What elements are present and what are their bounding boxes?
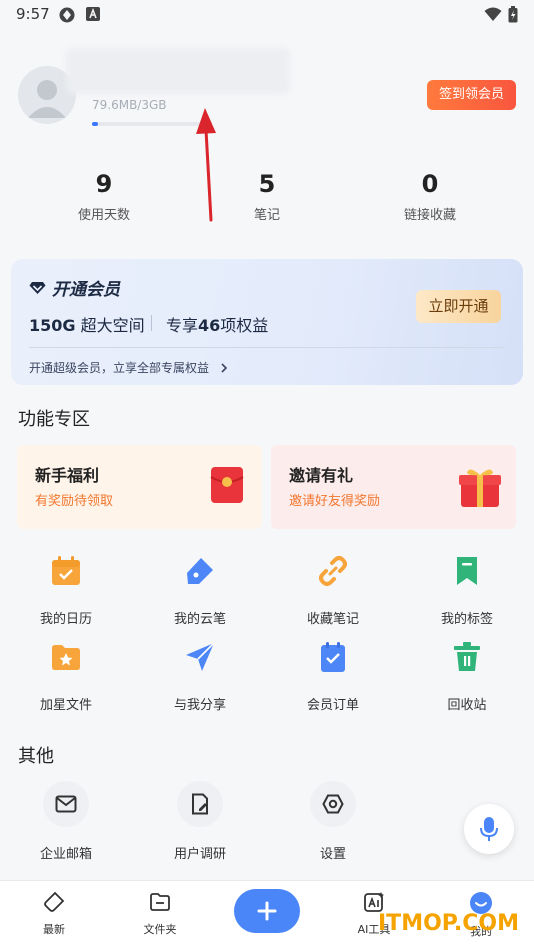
my-cloud-pen-item[interactable]: 我的云笔 <box>145 554 255 627</box>
grid-label: 与我分享 <box>173 698 226 713</box>
grid-label: 会员订单 <box>306 698 359 713</box>
vip-rights-suffix: 项权益 <box>220 316 269 335</box>
vip-card[interactable]: 开通会员 150G 超大空间 专享46项权益 立即开通 开通超级会员，立享全部专… <box>11 259 523 385</box>
pen-icon <box>187 558 213 584</box>
stat-usage-days[interactable]: 9 使用天数 <box>44 170 164 223</box>
stat-label: 使用天数 <box>77 208 130 223</box>
status-time: 9:57 <box>16 5 50 23</box>
folder-icon <box>150 893 170 911</box>
favorite-notes-item[interactable]: 收藏笔记 <box>278 554 388 627</box>
shared-with-me-item[interactable]: 与我分享 <box>145 640 255 713</box>
stat-label: 链接收藏 <box>403 208 456 223</box>
my-calendar-item[interactable]: 我的日历 <box>11 554 121 627</box>
send-icon <box>186 642 215 671</box>
grid-label: 回收站 <box>447 698 487 713</box>
grid-label: 加星文件 <box>39 698 92 713</box>
nav-label: 最新 <box>43 923 65 936</box>
stat-value: 5 <box>258 170 276 198</box>
voice-input-button[interactable] <box>464 804 514 854</box>
my-tags-item[interactable]: 我的标签 <box>412 554 522 627</box>
storage-progress-fill <box>92 122 98 126</box>
open-vip-button[interactable]: 立即开通 <box>416 290 501 323</box>
stat-value: 0 <box>421 170 439 198</box>
ai-icon <box>364 892 384 912</box>
recycle-bin-item[interactable]: 回收站 <box>412 640 522 713</box>
mail-icon <box>55 795 77 813</box>
other-label: 用户调研 <box>173 847 226 862</box>
vip-description-text: 开通超级会员，立享全部专属权益 <box>29 361 210 375</box>
item-icon-circle <box>310 781 356 827</box>
tag-icon <box>44 891 65 912</box>
vip-title-text: 开通会员 <box>52 280 120 300</box>
stat-link-favorites[interactable]: 0 链接收藏 <box>370 170 490 223</box>
grid-label: 我的云笔 <box>173 612 226 627</box>
checkin-member-button[interactable]: 签到领会员 <box>427 80 516 110</box>
member-orders-item[interactable]: 会员订单 <box>278 640 388 713</box>
bookmark-icon <box>457 557 477 585</box>
vip-separator <box>29 347 505 348</box>
vip-rights-prefix: 专享 <box>166 316 199 335</box>
status-bar: 9:57 <box>0 0 534 30</box>
notification-a-icon <box>86 7 100 21</box>
username-blurred <box>66 48 290 94</box>
grid-label: 我的标签 <box>440 612 493 627</box>
user-survey-item[interactable]: 用户调研 <box>145 781 255 862</box>
survey-icon <box>192 793 208 815</box>
battery-icon <box>508 6 518 23</box>
other-label: 设置 <box>319 847 346 862</box>
red-envelope-icon <box>210 467 244 503</box>
vip-description-link[interactable]: 开通超级会员，立享全部专属权益 <box>29 359 229 376</box>
starred-files-item[interactable]: 加星文件 <box>11 640 121 713</box>
star-folder-icon <box>52 645 80 670</box>
wifi-icon <box>484 7 502 21</box>
vip-title: 开通会员 <box>29 275 120 300</box>
grid-label: 我的日历 <box>39 612 92 627</box>
other-label: 企业邮箱 <box>39 847 92 862</box>
calendar-icon <box>52 556 80 585</box>
nav-folder[interactable]: 文件夹 <box>120 891 200 937</box>
item-icon-circle <box>177 781 223 827</box>
settings-item[interactable]: 设置 <box>278 781 388 862</box>
grid-label: 收藏笔记 <box>306 612 359 627</box>
vip-rights-text: 专享46项权益 <box>166 312 268 336</box>
stat-notes[interactable]: 5 笔记 <box>207 170 327 223</box>
stat-label: 笔记 <box>253 208 280 223</box>
item-icon-circle <box>43 781 89 827</box>
vip-space-amount: 150G <box>29 316 76 335</box>
card-subtitle: 邀请好友得奖励 <box>289 494 381 509</box>
order-icon <box>321 642 345 672</box>
vip-space-label: 超大空间 <box>75 316 145 335</box>
newbie-welfare-card[interactable]: 新手福利 有奖励待领取 <box>17 445 262 529</box>
stat-value: 9 <box>95 170 113 198</box>
link-icon <box>319 556 347 586</box>
features-section-title: 功能专区 <box>18 409 90 430</box>
watermark-text: ITMOP.COM <box>378 911 519 936</box>
plus-icon <box>257 901 277 921</box>
microphone-icon <box>480 817 498 841</box>
nav-label: 文件夹 <box>143 923 177 936</box>
enterprise-mail-item[interactable]: 企业邮箱 <box>11 781 121 862</box>
storage-usage-text: 79.6MB/3GB <box>92 98 167 112</box>
vip-space-text: 150G 超大空间 <box>29 312 145 336</box>
settings-icon <box>322 794 344 814</box>
nav-latest[interactable]: 最新 <box>14 891 94 937</box>
card-title: 新手福利 <box>35 466 100 485</box>
trash-icon <box>454 642 480 671</box>
gift-box-icon <box>459 469 501 507</box>
app-notification-icon <box>59 7 75 23</box>
card-subtitle: 有奖励待领取 <box>35 494 114 509</box>
invite-gift-card[interactable]: 邀请有礼 邀请好友得奖励 <box>271 445 516 529</box>
diamond-icon <box>29 281 46 294</box>
chevron-right-icon <box>221 363 227 373</box>
vip-rights-count: 46 <box>198 316 221 335</box>
card-title: 邀请有礼 <box>289 466 354 485</box>
others-section-title: 其他 <box>18 746 54 767</box>
add-new-button[interactable] <box>234 889 300 933</box>
vip-divider <box>151 315 152 331</box>
